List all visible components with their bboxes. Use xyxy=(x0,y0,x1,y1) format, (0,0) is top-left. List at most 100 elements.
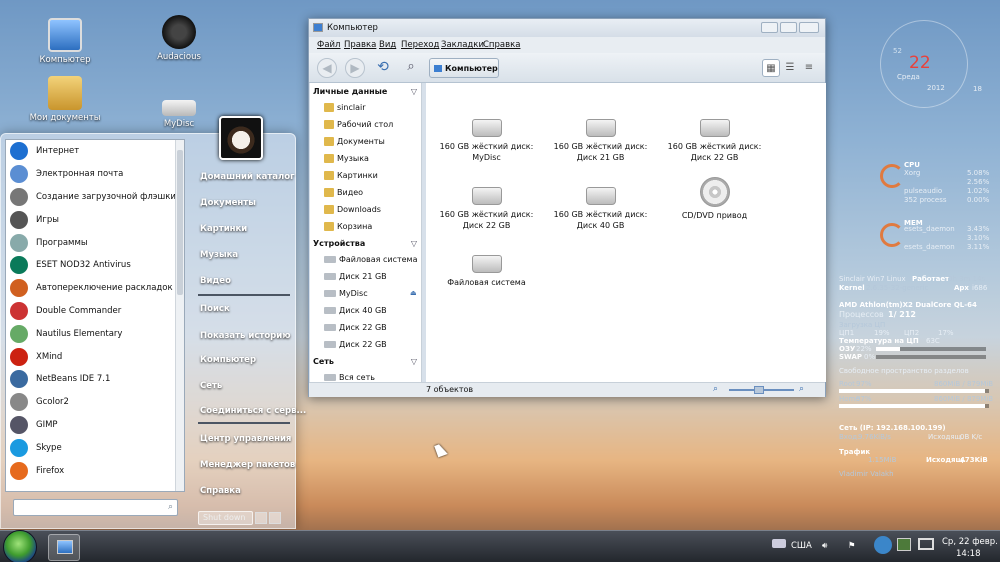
sidebar-header[interactable]: Устройства xyxy=(313,239,365,248)
start-link[interactable]: Соединиться с серв... xyxy=(200,406,306,416)
icon-view-button[interactable]: ▦ xyxy=(762,59,780,77)
sidebar-item[interactable]: Файловая система xyxy=(324,255,417,264)
sidebar-item[interactable]: Диск 21 GB xyxy=(324,272,387,281)
program-item[interactable]: Double Commander xyxy=(6,300,184,323)
program-item[interactable]: ESET NOD32 Antivirus xyxy=(6,254,184,277)
sidebar-item[interactable]: Видео xyxy=(324,188,363,197)
program-item[interactable]: Skype xyxy=(6,436,184,459)
program-item[interactable]: GIMP xyxy=(6,414,184,437)
program-item[interactable]: Создание загрузочной флэшки xyxy=(6,186,184,209)
program-item[interactable]: Программы xyxy=(6,231,184,254)
drive-item[interactable]: 160 GB жёсткий диск: Диск 21 GB xyxy=(543,119,658,163)
chevron-down-icon[interactable]: ▽ xyxy=(411,357,417,366)
program-list-scrollbar[interactable] xyxy=(175,140,184,491)
desktop-icon-mydisc[interactable]: MyDisc xyxy=(139,100,219,129)
sidebar-header[interactable]: Личные данные xyxy=(313,87,387,96)
forward-button[interactable]: ▶ xyxy=(345,58,365,78)
sidebar-item[interactable]: Картинки xyxy=(324,171,378,180)
sidebar-item[interactable]: Диск 40 GB xyxy=(324,306,387,315)
sidebar-item[interactable]: Корзина xyxy=(324,222,372,231)
lock-button[interactable] xyxy=(269,512,281,524)
desktop-icon-audacious[interactable]: Audacious xyxy=(139,15,219,62)
menu-help[interactable]: Справка xyxy=(483,40,520,50)
start-link[interactable]: Менеджер пакетов xyxy=(200,460,295,470)
start-button[interactable] xyxy=(3,530,37,562)
menu-go[interactable]: Переход xyxy=(401,40,439,50)
start-link[interactable]: Центр управления xyxy=(200,434,291,444)
reload-button[interactable]: ⟲ xyxy=(373,58,393,78)
start-link[interactable]: Сеть xyxy=(200,381,222,391)
start-link[interactable]: Поиск xyxy=(200,304,230,314)
chevron-down-icon[interactable]: ▽ xyxy=(411,239,417,248)
start-link[interactable]: Видео xyxy=(200,276,231,286)
eject-icon[interactable]: ⏏ xyxy=(410,289,417,297)
start-link[interactable]: Музыка xyxy=(200,250,238,260)
program-item[interactable]: Автопереключение раскладок xyxy=(6,277,184,300)
compact-view-button[interactable]: ≡ xyxy=(800,59,818,77)
program-item[interactable]: Firefox xyxy=(6,459,184,482)
menu-file[interactable]: Файл xyxy=(317,40,340,50)
start-link[interactable]: Картинки xyxy=(200,224,247,234)
sidebar-item[interactable]: MyDisc xyxy=(324,289,368,298)
flag-icon[interactable]: ⚑ xyxy=(848,541,856,551)
program-item[interactable]: Gcolor2 xyxy=(6,391,184,414)
start-link[interactable]: Показать историю xyxy=(200,331,290,341)
app-tray-icon[interactable] xyxy=(874,536,892,554)
zoom-slider[interactable] xyxy=(729,386,794,394)
start-link[interactable]: Домашний каталог xyxy=(200,172,295,182)
title-bar[interactable]: Компьютер xyxy=(309,19,825,37)
back-button[interactable]: ◀ xyxy=(317,58,337,78)
start-link[interactable]: Справка xyxy=(200,486,241,496)
drive-item[interactable]: 160 GB жёсткий диск: MyDisc xyxy=(429,119,544,163)
desktop-icon-documents[interactable]: Мои документы xyxy=(25,76,105,123)
language-indicator[interactable]: США xyxy=(791,541,812,551)
sidebar-item[interactable]: Диск 22 GB xyxy=(324,323,387,332)
sidebar-item[interactable]: Диск 22 GB xyxy=(324,340,387,349)
menu-edit[interactable]: Правка xyxy=(344,40,376,50)
user-avatar[interactable] xyxy=(219,116,263,160)
search-button[interactable]: ⌕ xyxy=(401,58,421,78)
menu-view[interactable]: Вид xyxy=(379,40,396,50)
tray-date[interactable]: Ср, 22 февр. xyxy=(942,537,998,547)
zoom-out-icon[interactable]: ⌕ xyxy=(713,384,718,394)
sidebar-item[interactable]: Рабочий стол xyxy=(324,120,393,129)
zoom-in-icon[interactable]: ⌕ xyxy=(799,384,804,394)
list-view-button[interactable]: ☰ xyxy=(781,59,799,77)
drive-item[interactable]: 160 GB жёсткий диск: Диск 40 GB xyxy=(543,187,658,231)
program-item[interactable]: Игры xyxy=(6,208,184,231)
keyboard-icon[interactable] xyxy=(772,539,786,548)
start-link[interactable]: Документы xyxy=(200,198,256,208)
program-item[interactable]: Электронная почта xyxy=(6,163,184,186)
drive-item[interactable]: Файловая система xyxy=(429,255,544,288)
breadcrumb[interactable]: Компьютер xyxy=(429,58,499,78)
menu-bookmarks[interactable]: Закладки xyxy=(441,40,484,50)
shutdown-options-button[interactable] xyxy=(255,512,267,524)
sidebar-item[interactable]: sinclair xyxy=(324,103,366,112)
program-item[interactable]: Интернет xyxy=(6,140,184,163)
volume-icon[interactable]: 🔊︎ xyxy=(822,541,827,551)
sidebar-item[interactable]: Вся сеть xyxy=(324,373,375,382)
drive-item[interactable]: CD/DVD привод xyxy=(657,177,772,221)
sidebar-item[interactable]: Документы xyxy=(324,137,385,146)
network-tray-icon[interactable] xyxy=(897,538,911,551)
close-button[interactable] xyxy=(799,22,819,33)
sidebar-item[interactable]: Музыка xyxy=(324,154,369,163)
start-link[interactable]: Компьютер xyxy=(200,355,256,365)
sidebar-item[interactable]: Downloads xyxy=(324,205,381,214)
taskbar-item-explorer[interactable] xyxy=(48,534,80,561)
drive-item[interactable]: 160 GB жёсткий диск: Диск 22 GB xyxy=(657,119,772,163)
program-item[interactable]: Nautilus Elementary xyxy=(6,322,184,345)
start-search-input[interactable]: ⌕ xyxy=(13,499,178,516)
program-item[interactable]: NetBeans IDE 7.1 xyxy=(6,368,184,391)
desktop-icon-computer[interactable]: Компьютер xyxy=(25,18,105,65)
monitor-tray-icon[interactable] xyxy=(918,538,934,550)
shutdown-button[interactable]: Shut down xyxy=(198,511,253,525)
sidebar-header[interactable]: Сеть xyxy=(313,357,334,366)
minimize-button[interactable] xyxy=(761,22,778,33)
chevron-down-icon[interactable]: ▽ xyxy=(411,87,417,96)
drive-item[interactable]: 160 GB жёсткий диск: Диск 22 GB xyxy=(429,187,544,231)
zoom-slider-thumb[interactable] xyxy=(754,386,764,394)
tray-time[interactable]: 14:18 xyxy=(956,549,981,559)
maximize-button[interactable] xyxy=(780,22,797,33)
program-item[interactable]: XMind xyxy=(6,345,184,368)
